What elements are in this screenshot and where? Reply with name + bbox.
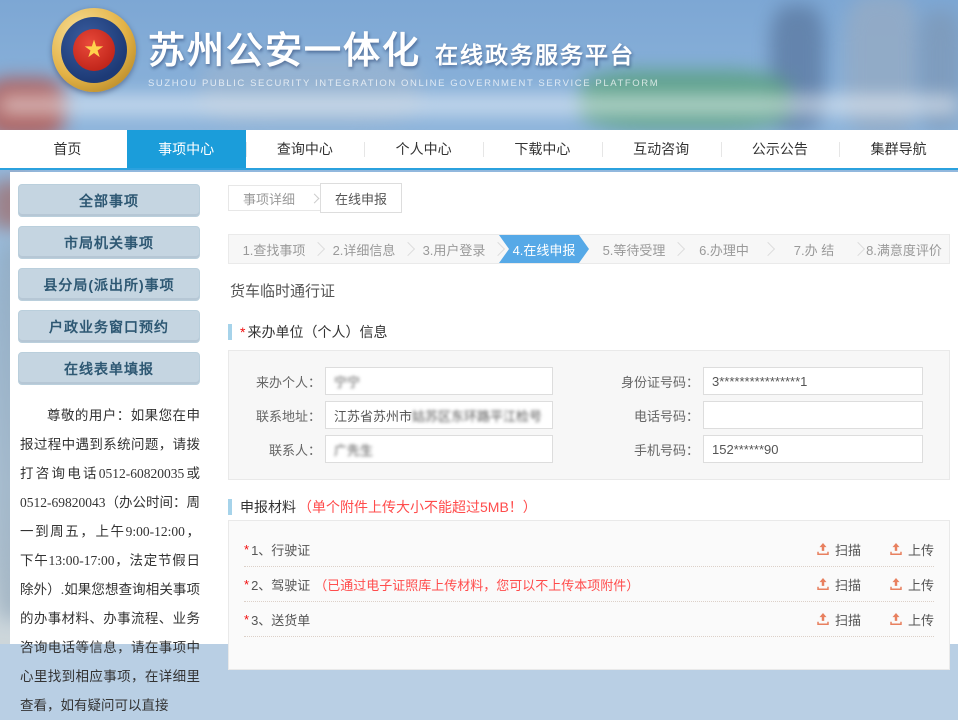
upload-arrow-icon — [816, 577, 830, 591]
applicant-name-label: 来办个人： — [229, 372, 321, 391]
step-2-detail-info: 2.详细信息 — [319, 235, 409, 263]
step-4-online-apply-active: 4.在线申报 — [499, 235, 589, 263]
site-header: ★ 苏州公安一体化 在线政务服务平台 SUZHOU PUBLIC SECURIT… — [0, 0, 958, 130]
phone-number-label: 电话号码： — [553, 406, 699, 425]
page-title: 货车临时通行证 — [230, 280, 335, 301]
material-actions: 扫描 上传 — [816, 540, 934, 559]
site-subtitle: 在线政务服务平台 — [435, 36, 635, 74]
chevron-right-icon — [310, 193, 320, 203]
material-actions: 扫描 上传 — [816, 575, 934, 594]
upload-arrow-icon — [889, 542, 903, 556]
step-8-satisfaction: 8.满意度评价 — [859, 235, 949, 263]
form-row: 联系人： 广先生 手机号码： 152******90 — [229, 432, 949, 466]
nav-item-cluster-nav[interactable]: 集群导航 — [839, 130, 958, 168]
section-accent-bar — [228, 324, 232, 340]
materials-panel: * 1、行驶证 扫描 上传 * 2、驾驶证 （已通过电子证照库上 — [228, 520, 950, 670]
mobile-number-input[interactable]: 152******90 — [703, 435, 923, 463]
section-accent-bar — [228, 499, 232, 515]
materials-size-warning: （单个附件上传大小不能超过5MB！） — [298, 497, 537, 517]
upload-arrow-icon — [889, 612, 903, 626]
step-7-completed: 7.办 结 — [769, 235, 859, 263]
step-3-user-login: 3.用户登录 — [409, 235, 499, 263]
contact-person-input[interactable]: 广先生 — [325, 435, 553, 463]
material-note: （已通过电子证照库上传材料，您可以不上传本项附件） — [314, 575, 639, 594]
nav-item-query-center[interactable]: 查询中心 — [246, 130, 365, 168]
id-number-input[interactable]: 3****************1 — [703, 367, 923, 395]
sidebar: 全部事项 市局机关事项 县分局(派出所)事项 户政业务窗口预约 在线表单填报 尊… — [18, 184, 200, 720]
required-asterisk: * — [240, 324, 245, 340]
material-row-delivery-note: * 3、送货单 扫描 上传 — [244, 602, 934, 637]
material-row-driver-license: * 2、驾驶证 （已通过电子证照库上传材料，您可以不上传本项附件） 扫描 上传 — [244, 567, 934, 602]
applicant-name-input[interactable]: 宁宁 — [325, 367, 553, 395]
required-asterisk: * — [244, 612, 249, 627]
contact-address-input[interactable]: 江苏省苏州市姑苏区东环路平江检号 — [325, 401, 553, 429]
nav-item-download-center[interactable]: 下载中心 — [483, 130, 602, 168]
step-1-find-matter: 1.查找事项 — [229, 235, 319, 263]
upload-button[interactable]: 上传 — [889, 575, 934, 594]
id-number-label: 身份证号码： — [553, 372, 699, 391]
nav-item-announcements[interactable]: 公示公告 — [721, 130, 840, 168]
sidebar-item-all-matters[interactable]: 全部事项 — [18, 184, 200, 217]
form-row: 来办个人： 宁宁 身份证号码： 3****************1 — [229, 364, 949, 398]
upload-button[interactable]: 上传 — [889, 610, 934, 629]
site-title: 苏州公安一体化 — [148, 20, 421, 74]
materials-section-header: 申报材料 （单个附件上传大小不能超过5MB！） — [228, 497, 537, 517]
required-asterisk: * — [244, 577, 249, 592]
site-brand: 苏州公安一体化 在线政务服务平台 SUZHOU PUBLIC SECURITY … — [148, 20, 659, 89]
nav-item-home[interactable]: 首页 — [8, 130, 127, 168]
applicant-form-panel: 来办个人： 宁宁 身份证号码： 3****************1 联系地址：… — [228, 350, 950, 480]
nav-item-matters-center[interactable]: 事项中心 — [127, 130, 246, 168]
material-label: 2、驾驶证 — [251, 575, 310, 594]
material-label: 1、行驶证 — [251, 540, 310, 559]
site-subtitle-en: SUZHOU PUBLIC SECURITY INTEGRATION ONLIN… — [148, 78, 659, 89]
material-row-driving-permit: * 1、行驶证 扫描 上传 — [244, 532, 934, 567]
upload-arrow-icon — [816, 542, 830, 556]
required-asterisk: * — [244, 542, 249, 557]
progress-steps: 1.查找事项 2.详细信息 3.用户登录 4.在线申报 5.等待受理 6.办理中… — [228, 234, 950, 264]
step-5-wait-acceptance: 5.等待受理 — [589, 235, 679, 263]
sidebar-item-household-window-booking[interactable]: 户政业务窗口预约 — [18, 310, 200, 343]
sidebar-item-county-branch-matters[interactable]: 县分局(派出所)事项 — [18, 268, 200, 301]
material-label: 3、送货单 — [251, 610, 310, 629]
phone-number-input[interactable] — [703, 401, 923, 429]
form-row: 联系地址： 江苏省苏州市姑苏区东环路平江检号 电话号码： — [229, 398, 949, 432]
upload-arrow-icon — [816, 612, 830, 626]
content-area: 全部事项 市局机关事项 县分局(派出所)事项 户政业务窗口预约 在线表单填报 尊… — [10, 172, 958, 644]
applicant-section-title: 来办单位（个人）信息 — [247, 322, 387, 342]
scan-button[interactable]: 扫描 — [816, 610, 861, 629]
step-6-processing: 6.办理中 — [679, 235, 769, 263]
scan-button[interactable]: 扫描 — [816, 575, 861, 594]
sidebar-item-online-form-filling[interactable]: 在线表单填报 — [18, 352, 200, 385]
main-panel: 事项详细 在线申报 1.查找事项 2.详细信息 3.用户登录 4.在线申报 5.… — [228, 172, 950, 644]
breadcrumb-item-online-apply[interactable]: 在线申报 — [320, 183, 402, 213]
upload-button[interactable]: 上传 — [889, 540, 934, 559]
material-actions: 扫描 上传 — [816, 610, 934, 629]
contact-address-label: 联系地址： — [229, 406, 321, 425]
sidebar-notice-text: 尊敬的用户：如果您在申报过程中遇到系统问题，请拨打咨询电话0512-608200… — [18, 401, 200, 720]
scan-button[interactable]: 扫描 — [816, 540, 861, 559]
materials-section-title: 申报材料 — [240, 497, 296, 517]
applicant-section-header: * 来办单位（个人）信息 — [228, 322, 387, 342]
nav-item-interaction[interactable]: 互动咨询 — [602, 130, 721, 168]
sidebar-item-city-bureau-matters[interactable]: 市局机关事项 — [18, 226, 200, 259]
top-nav: 首页 事项中心 查询中心 个人中心 下载中心 互动咨询 公示公告 集群导航 — [0, 130, 958, 170]
nav-item-personal-center[interactable]: 个人中心 — [364, 130, 483, 168]
breadcrumb-item-detail[interactable]: 事项详细 — [229, 189, 309, 208]
breadcrumb: 事项详细 在线申报 — [228, 185, 402, 211]
contact-person-label: 联系人： — [229, 440, 321, 459]
mobile-number-label: 手机号码： — [553, 440, 699, 459]
upload-arrow-icon — [889, 577, 903, 591]
police-badge-logo-icon: ★ — [52, 8, 136, 92]
